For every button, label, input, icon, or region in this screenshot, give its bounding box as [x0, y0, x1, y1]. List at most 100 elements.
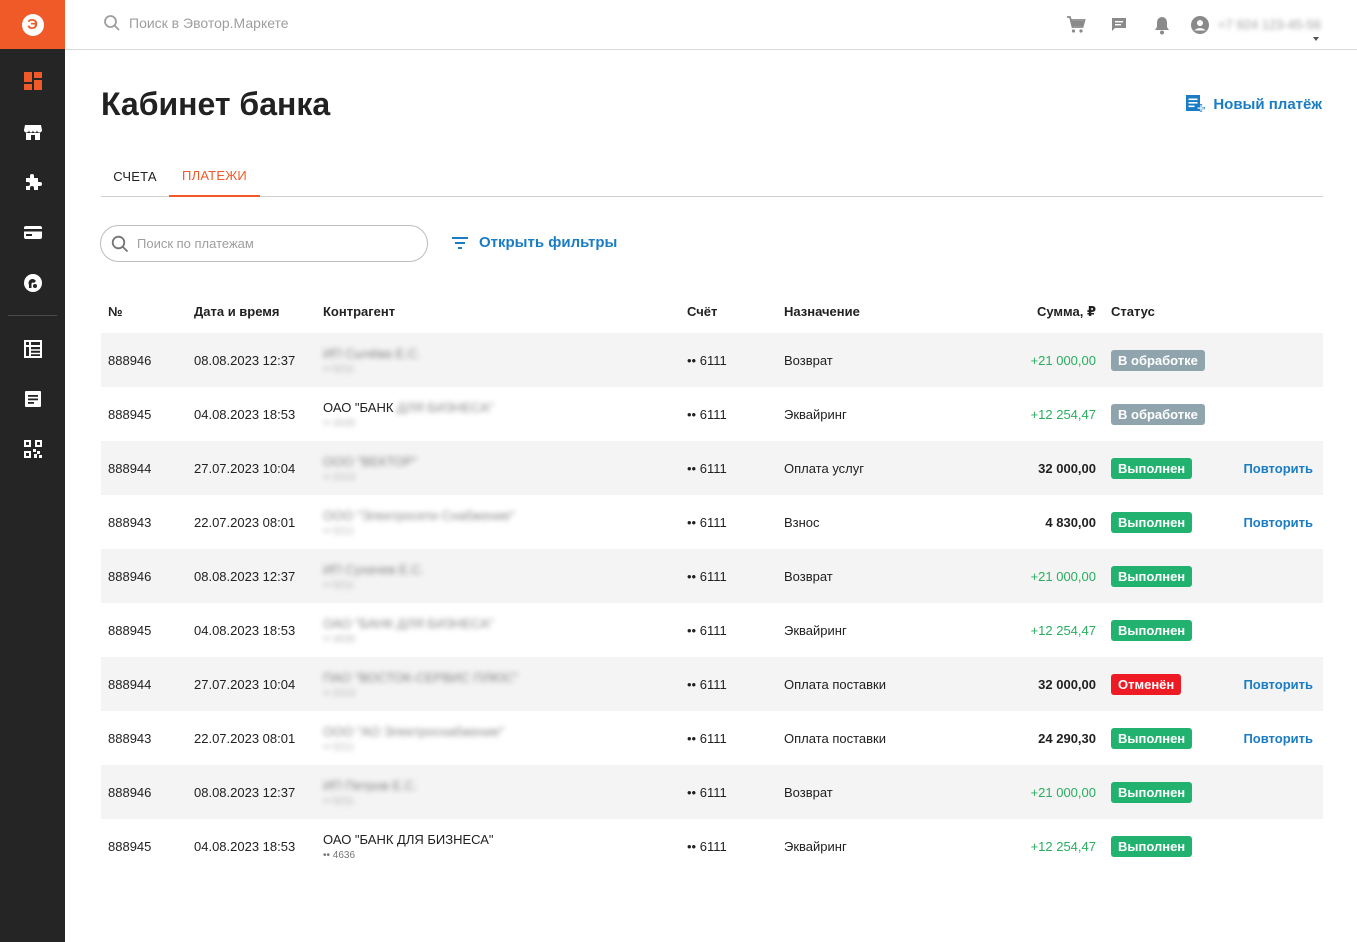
tab-payments[interactable]: ПЛАТЕЖИ	[169, 156, 260, 197]
payment-datetime: 04.08.2023 18:53	[194, 406, 296, 422]
table-row[interactable]: 888946 08.08.2023 12:37 ИП Сухачев Е.С. •• …	[101, 549, 1323, 603]
notifications-button[interactable]	[1141, 0, 1184, 49]
dashboard-icon	[23, 72, 42, 90]
payment-account: •• 6111	[687, 676, 727, 692]
counterparty-account: •• 2213	[323, 471, 356, 483]
col-date[interactable]: Дата и время	[194, 304, 280, 319]
table-row[interactable]: 888943 22.07.2023 08:01 ООО "Электросети С…	[101, 495, 1323, 549]
table-body: 888946 08.08.2023 12:37 ИП Сычёва Е.С. •• 5…	[101, 333, 1323, 873]
bell-icon	[1155, 16, 1170, 34]
payment-datetime: 27.07.2023 10:04	[194, 460, 296, 476]
payment-counterparty: ПАО "ВОСТОК-СЕРВИС ПЛЮС" •• 2213	[323, 657, 518, 711]
sidebar-item-apps[interactable]	[0, 162, 65, 202]
counterparty-account: •• 4636	[323, 633, 356, 645]
repeat-payment-link[interactable]: Повторить	[1243, 657, 1313, 711]
chat-button[interactable]	[1098, 0, 1141, 49]
sidebar-item-dashboard[interactable]	[0, 61, 65, 101]
table-row[interactable]: 888945 04.08.2023 18:53 ОАО "БАНК ДЛЯ БИЗН…	[101, 819, 1323, 873]
payment-amount: +21 000,00	[1030, 568, 1096, 584]
repeat-payment-link[interactable]: Повторить	[1243, 441, 1313, 495]
payment-number: 888945	[108, 406, 152, 422]
table-row[interactable]: 888944 27.07.2023 10:04 ООО "ВЕКТОР" •• 221…	[101, 441, 1323, 495]
payment-account: •• 6111	[687, 352, 727, 368]
counterparty-name: ИП Петров Е.С.	[323, 777, 418, 793]
counterparty-name-hidden: ДЛЯ БИЗНЕСА"	[393, 399, 494, 415]
status-badge: В обработке	[1111, 349, 1205, 371]
payment-account: •• 6111	[687, 784, 727, 800]
sidebar-item-documents[interactable]	[0, 379, 65, 419]
payment-datetime: 08.08.2023 12:37	[194, 568, 296, 584]
table-row[interactable]: 888945 04.08.2023 18:53 ОАО "БАНК ДЛЯ БИЗН…	[101, 387, 1323, 441]
payment-status: Отменён	[1111, 657, 1182, 711]
counterparty-name: ООО "АО Электроснабжение"	[323, 723, 505, 739]
col-counterparty[interactable]: Контрагент	[323, 304, 395, 319]
col-amount[interactable]: Сумма, ₽	[1037, 304, 1096, 320]
filter-icon	[452, 236, 468, 249]
counterparty-account: •• 5211	[323, 363, 355, 375]
payment-number: 888946	[108, 784, 152, 800]
payment-account: •• 6111	[687, 460, 727, 476]
market-search-placeholder[interactable]: Поиск в Эвотор.Маркете	[129, 15, 289, 31]
evotor-logo[interactable]: Э	[0, 0, 65, 49]
repeat-payment-link[interactable]: Повторить	[1243, 495, 1313, 549]
table-icon	[23, 340, 42, 358]
col-purpose[interactable]: Назначение	[784, 304, 860, 319]
qr-icon	[23, 440, 42, 458]
payment-counterparty: ООО "Электросети Снабжение" •• 5211	[323, 495, 515, 549]
status-badge: Выполнен	[1111, 457, 1193, 479]
sidebar-item-qr[interactable]	[0, 429, 65, 469]
counterparty-name: ОАО "БАНК ДЛЯ БИЗНЕСА"	[323, 400, 494, 415]
payment-amount: +21 000,00	[1030, 352, 1096, 368]
counterparty-name: ПАО "ВОСТОК-СЕРВИС ПЛЮС"	[323, 669, 519, 685]
payment-number: 888945	[108, 622, 152, 638]
open-filters-button[interactable]: Открыть фильтры	[451, 234, 617, 251]
cart-icon	[1067, 15, 1087, 33]
payment-amount: +12 254,47	[1030, 838, 1096, 854]
user-menu[interactable]: +7 924 123-45-56	[1184, 15, 1357, 41]
payment-number: 888945	[108, 838, 152, 854]
table-row[interactable]: 888944 27.07.2023 10:04 ПАО "ВОСТОК-СЕРВИС…	[101, 657, 1323, 711]
status-badge: Выполнен	[1111, 511, 1193, 533]
payments-search-input[interactable]	[137, 236, 397, 251]
payment-purpose: Взнос	[784, 514, 820, 530]
payment-datetime: 27.07.2023 10:04	[194, 676, 296, 692]
payments-search[interactable]	[100, 225, 428, 262]
payment-account: •• 6111	[687, 568, 727, 584]
payment-number: 888946	[108, 352, 152, 368]
payment-amount: 32 000,00	[1038, 460, 1096, 476]
page-title: Кабинет банка	[101, 86, 331, 122]
payment-status: Выполнен	[1111, 819, 1193, 873]
payment-datetime: 22.07.2023 08:01	[194, 514, 296, 530]
col-num[interactable]: №	[108, 304, 123, 319]
payment-counterparty: ИП Петров Е.С. •• 5211	[323, 765, 418, 819]
table-row[interactable]: 888945 04.08.2023 18:53 ОАО "БАНК ДЛЯ БИЗН…	[101, 603, 1323, 657]
payment-counterparty: ОАО "БАНК ДЛЯ БИЗНЕСА" •• 4636	[323, 387, 494, 441]
table-row[interactable]: 888943 22.07.2023 08:01 ООО "АО Электросна…	[101, 711, 1323, 765]
bank-icon	[23, 274, 42, 292]
payment-purpose: Возврат	[784, 568, 833, 584]
sidebar-item-reports[interactable]	[0, 329, 65, 369]
tabs: СЧЕТА ПЛАТЕЖИ	[101, 156, 1323, 197]
counterparty-account: •• 5211	[323, 525, 355, 537]
sidebar-item-payments[interactable]	[0, 212, 65, 252]
col-status[interactable]: Статус	[1111, 304, 1155, 319]
payment-purpose: Оплата услуг	[784, 460, 865, 476]
new-payment-label[interactable]: Новый платёж	[1213, 96, 1322, 113]
payment-status: Выполнен	[1111, 603, 1193, 657]
tab-accounts[interactable]: СЧЕТА	[101, 156, 169, 197]
table-row[interactable]: 888946 08.08.2023 12:37 ИП Сычёва Е.С. •• 5…	[101, 333, 1323, 387]
market-search[interactable]: Поиск в Эвотор.Маркете	[103, 14, 289, 32]
status-badge: Выполнен	[1111, 619, 1193, 641]
payment-purpose: Эквайринг	[784, 838, 847, 854]
puzzle-icon	[25, 174, 42, 190]
col-account[interactable]: Счёт	[687, 304, 717, 319]
cart-button[interactable]	[1055, 0, 1098, 49]
sidebar-item-bank[interactable]	[0, 263, 65, 303]
sidebar-item-store[interactable]	[0, 112, 65, 152]
payment-purpose: Эквайринг	[784, 406, 847, 422]
table-row[interactable]: 888946 08.08.2023 12:37 ИП Петров Е.С. •• 5…	[101, 765, 1323, 819]
counterparty-name: ИП Сычёва Е.С.	[323, 345, 421, 361]
open-filters-label[interactable]: Открыть фильтры	[479, 234, 617, 251]
new-payment-button[interactable]: Новый платёж	[1185, 94, 1322, 114]
repeat-payment-link[interactable]: Повторить	[1243, 711, 1313, 765]
